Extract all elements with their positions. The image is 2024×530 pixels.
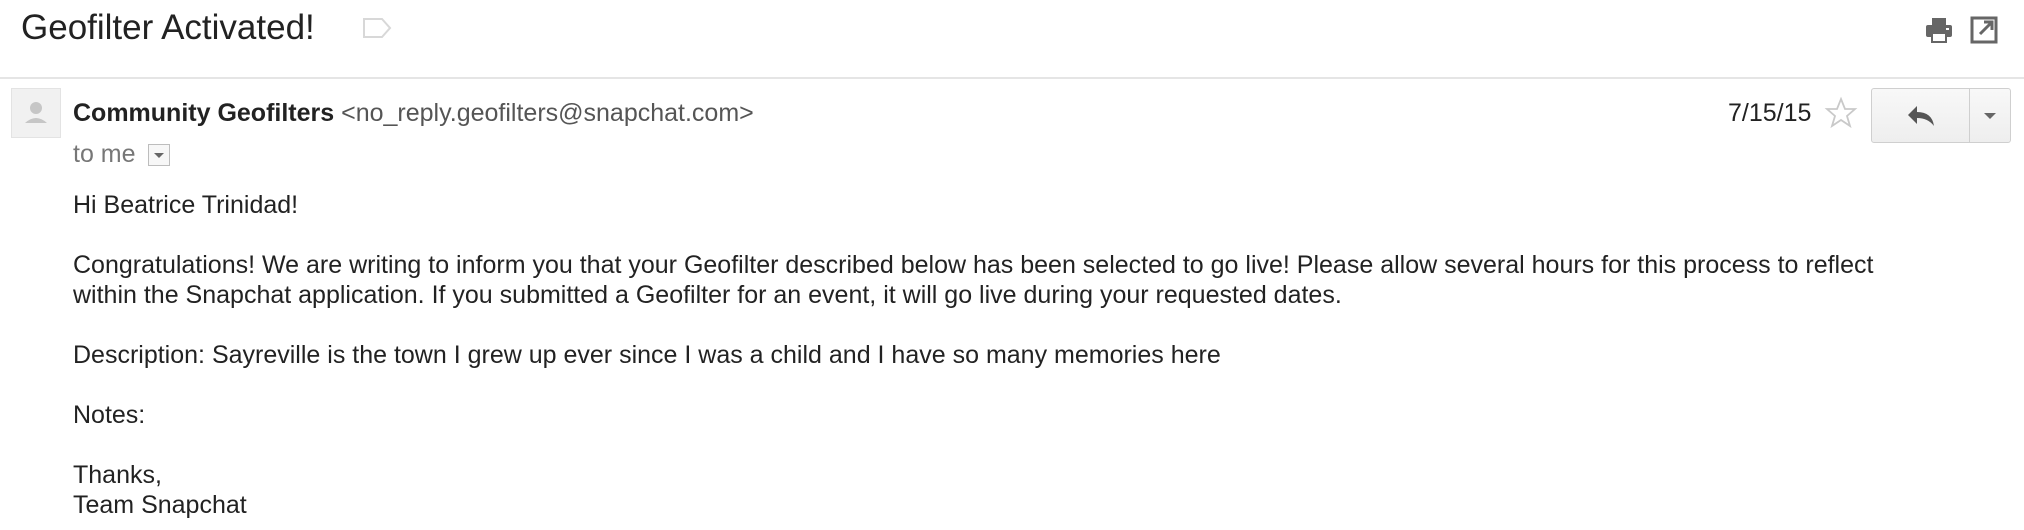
more-actions-button[interactable] [1970, 89, 2010, 142]
sender-email: <no_reply.geofilters@snapchat.com> [341, 99, 754, 127]
person-avatar-icon [25, 102, 47, 123]
sender-avatar [11, 88, 61, 138]
popout-icon[interactable] [1968, 14, 2000, 46]
label-icon[interactable] [362, 16, 392, 40]
email-subject: Geofilter Activated! [21, 8, 315, 47]
body-paragraph-line-2: within the Snapchat application. If you … [73, 281, 1342, 309]
notes-text: Notes: [73, 401, 146, 429]
subject-bar: Geofilter Activated! [0, 0, 2024, 79]
print-icon[interactable] [1923, 14, 1955, 46]
sender-line: Community Geofilters <no_reply.geofilter… [73, 96, 754, 130]
show-details-button[interactable] [148, 144, 170, 166]
signoff-line-2: Team Snapchat [73, 491, 247, 519]
description-text: Description: Sayreville is the town I gr… [73, 341, 1221, 369]
signoff: Thanks, Team Snapchat [73, 460, 1973, 520]
recipient-text: to me [73, 140, 136, 168]
reply-group [1871, 88, 2011, 143]
greeting: Hi Beatrice Trinidad! [73, 191, 299, 219]
star-icon[interactable] [1824, 96, 1858, 130]
reply-button[interactable] [1872, 89, 1970, 142]
signoff-line-1: Thanks, [73, 461, 162, 489]
body-paragraph-line-1: Congratulations! We are writing to infor… [73, 251, 1874, 279]
sender-name[interactable]: Community Geofilters [73, 99, 334, 127]
body-paragraph: Congratulations! We are writing to infor… [73, 250, 1973, 310]
reply-arrow-icon [1907, 105, 1934, 126]
dropdown-arrow-icon [154, 153, 164, 158]
email-body: Hi Beatrice Trinidad! Congratulations! W… [73, 190, 1973, 520]
email-date: 7/15/15 [1728, 99, 1812, 127]
chevron-down-icon [1984, 112, 1996, 119]
